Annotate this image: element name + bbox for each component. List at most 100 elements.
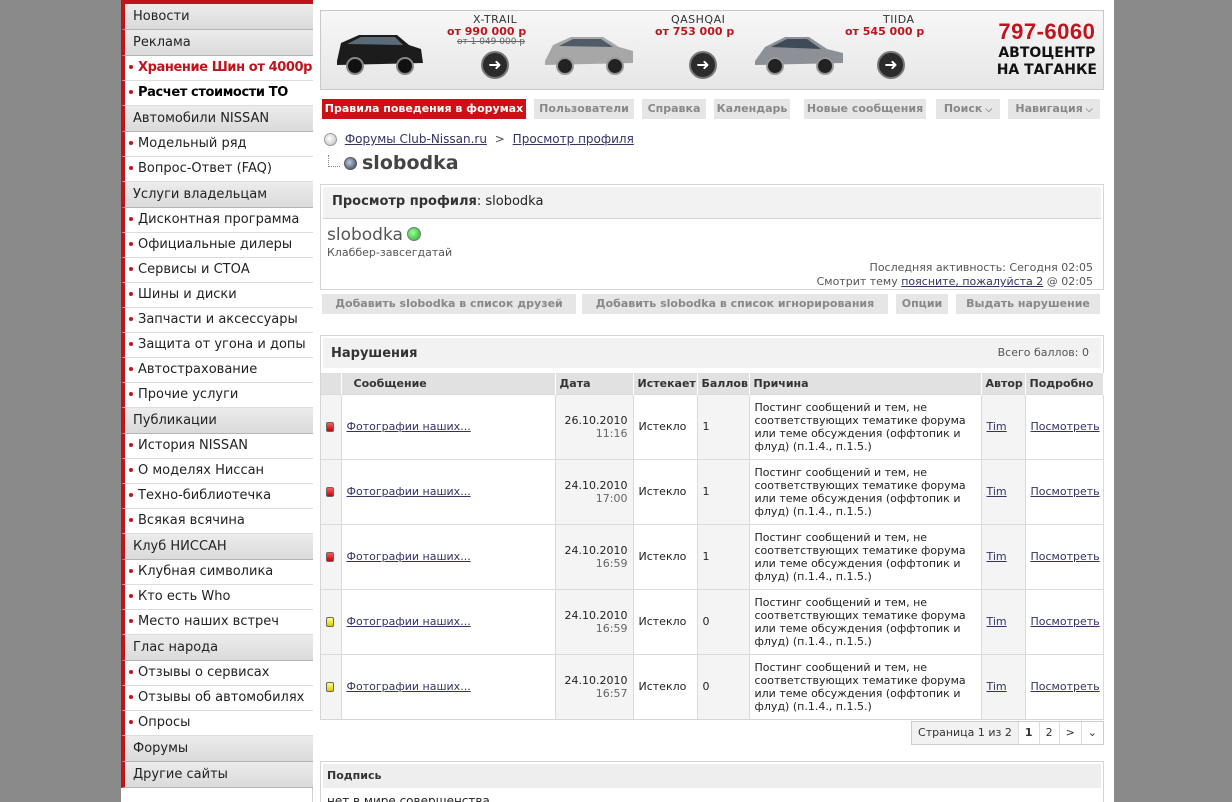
nav-search[interactable]: Поиск ⌵ (936, 99, 1000, 119)
page-2-button[interactable]: 2 (1038, 722, 1059, 744)
points-cell: 0 (697, 653, 750, 719)
sidebar-section-29[interactable]: Форумы (121, 736, 313, 762)
sidebar-item-18[interactable]: О моделях Ниссан (121, 459, 313, 484)
bullet-icon (129, 517, 133, 522)
reason-cell: Постинг сообщений и тем, не соответствую… (749, 393, 982, 459)
author-cell: Tim (981, 653, 1026, 719)
next-page-button[interactable]: > (1058, 722, 1081, 744)
col-date-header: Дата (555, 373, 634, 394)
sidebar-item-17[interactable]: История NISSAN (121, 434, 313, 459)
nav-help[interactable]: Справка (642, 99, 706, 119)
author-cell: Tim (981, 588, 1026, 654)
breadcrumb-current-link[interactable]: Просмотр профиля (513, 132, 634, 146)
banner-car-tiida[interactable]: TIIDA от 545 000 р ➜ (741, 11, 951, 89)
infraction-author-link[interactable]: Tim (987, 680, 1007, 693)
infraction-post-link[interactable]: Фотографии наших... (347, 615, 471, 628)
sidebar-item-15[interactable]: Прочие услуги (121, 383, 313, 408)
give-infraction-button[interactable]: Выдать нарушение (956, 294, 1100, 314)
infraction-post-link[interactable]: Фотографии наших... (347, 420, 471, 433)
infraction-post-link[interactable]: Фотографии наших... (347, 680, 471, 693)
infraction-post-link[interactable]: Фотографии наших... (347, 485, 471, 498)
infraction-author-link[interactable]: Tim (987, 485, 1007, 498)
sidebar-item-label: Дисконтная программа (138, 212, 300, 227)
sidebar-item-label: Всякая всячина (138, 513, 245, 528)
author-cell: Tim (981, 523, 1026, 589)
options-button[interactable]: Опции (896, 294, 948, 314)
sidebar-item-label: Кто есть Who (138, 589, 231, 604)
infraction-author-link[interactable]: Tim (987, 420, 1007, 433)
sidebar-item-27[interactable]: Отзывы об автомобилях (121, 686, 313, 711)
sidebar-section-16[interactable]: Публикации (121, 408, 313, 434)
banner-car-price: от 753 000 р (655, 25, 735, 38)
infractions-panel: Нарушения Всего баллов: 0 Сообщение Дата… (320, 335, 1104, 720)
infraction-time: 16:59 (595, 621, 628, 635)
sidebar-item-label: Официальные дилеры (138, 237, 293, 252)
sidebar-item-6[interactable]: Вопрос-Ответ (FAQ) (121, 157, 313, 182)
chevron-right-icon[interactable]: ➜ (481, 51, 509, 79)
sidebar-item-13[interactable]: Защита от угона и допы (121, 333, 313, 358)
nav-navigation[interactable]: Навигация ⌵ (1008, 99, 1100, 119)
sidebar-section-30[interactable]: Другие сайты (121, 762, 313, 788)
sidebar-item-22[interactable]: Клубная символика (121, 560, 313, 585)
sidebar-section-4[interactable]: Автомобили NISSAN (121, 106, 313, 132)
sidebar-section-21[interactable]: Клуб НИССАН (121, 534, 313, 560)
sidebar-item-3[interactable]: Расчет стоимости ТО (121, 81, 313, 106)
bullet-icon (129, 366, 133, 371)
profile-header: Просмотр профиля: slobodka (323, 187, 1101, 219)
infraction-post-link[interactable]: Фотографии наших... (347, 550, 471, 563)
table-row: Фотографии наших... 26.10.2010 11:16 Истекл… (321, 393, 1104, 459)
sidebar-item-9[interactable]: Официальные дилеры (121, 233, 313, 258)
sidebar-item-8[interactable]: Дисконтная программа (121, 208, 313, 233)
pagination-label: Страница 1 из 2 (912, 722, 1018, 744)
sidebar-item-19[interactable]: Техно-библиотечка (121, 484, 313, 509)
chevron-right-icon[interactable]: ➜ (689, 51, 717, 79)
infraction-details-link[interactable]: Посмотреть (1031, 420, 1100, 433)
sidebar-item-10[interactable]: Сервисы и СТОА (121, 258, 313, 283)
message-cell: Фотографии наших... (341, 588, 556, 654)
viewing-thread-link[interactable]: поясните, пожалуйста 2 (901, 275, 1043, 288)
sidebar-item-14[interactable]: Автострахование (121, 358, 313, 383)
sidebar-item-23[interactable]: Кто есть Who (121, 585, 313, 610)
sidebar-section-1[interactable]: Реклама (121, 30, 313, 56)
infraction-details-link[interactable]: Посмотреть (1031, 680, 1100, 693)
chevron-down-icon[interactable]: ⌄ (1080, 722, 1103, 744)
breadcrumb-root-link[interactable]: Форумы Club-Nissan.ru (345, 132, 487, 146)
nav-forum-rules[interactable]: Правила поведения в форумах (322, 99, 526, 119)
status-cell (321, 458, 342, 524)
sidebar-item-5[interactable]: Модельный ряд (121, 132, 313, 157)
sidebar-item-label: Клубная символика (138, 564, 274, 579)
sidebar-section-25[interactable]: Глас народа (121, 635, 313, 661)
page-1-button[interactable]: 1 (1017, 722, 1039, 744)
sidebar-item-2[interactable]: Хранение Шин от 4000р. (121, 56, 313, 81)
bullet-icon (129, 316, 133, 321)
infraction-author-link[interactable]: Tim (987, 550, 1007, 563)
bullet-icon (129, 89, 133, 94)
sidebar-section-0[interactable]: Новости (121, 4, 313, 30)
chevron-right-icon[interactable]: ➜ (877, 51, 905, 79)
infraction-details-link[interactable]: Посмотреть (1031, 615, 1100, 628)
add-ignore-button[interactable]: Добавить slobodka в список игнорирования (582, 294, 888, 314)
sidebar-item-24[interactable]: Место наших встреч (121, 610, 313, 635)
add-friend-button[interactable]: Добавить slobodka в список друзей (322, 294, 576, 314)
table-row: Фотографии наших... 24.10.2010 17:00 Истекл… (321, 458, 1104, 524)
infraction-details-link[interactable]: Посмотреть (1031, 485, 1100, 498)
sidebar-item-20[interactable]: Всякая всячина (121, 509, 313, 534)
sidebar-item-28[interactable]: Опросы (121, 711, 313, 736)
profile-header-user: slobodka (485, 194, 544, 209)
nav-calendar[interactable]: Календарь (714, 99, 790, 119)
sidebar-section-7[interactable]: Услуги владельцам (121, 182, 313, 208)
sidebar-item-26[interactable]: Отзывы о сервисах (121, 661, 313, 686)
sidebar-item-12[interactable]: Запчасти и аксессуары (121, 308, 313, 333)
nav-users[interactable]: Пользователи (534, 99, 634, 119)
infraction-details-link[interactable]: Посмотреть (1031, 550, 1100, 563)
last-activity-label: Последняя активность: (869, 261, 1006, 274)
message-cell: Фотографии наших... (341, 653, 556, 719)
nav-new-posts[interactable]: Новые сообщения (804, 99, 926, 119)
ad-banner[interactable]: X-TRAIL от 990 000 р от 1 049 000 р ➜ QA… (320, 10, 1104, 90)
banner-car-qashqai[interactable]: QASHQAI от 753 000 р ➜ (531, 11, 741, 89)
sidebar-item-11[interactable]: Шины и диски (121, 283, 313, 308)
infraction-author-link[interactable]: Tim (987, 615, 1007, 628)
infractions-header: Нарушения Всего баллов: 0 (323, 338, 1101, 368)
dealer-phone: 797-6060 (998, 19, 1096, 44)
banner-car-xtrail[interactable]: X-TRAIL от 990 000 р от 1 049 000 р ➜ (321, 11, 531, 89)
